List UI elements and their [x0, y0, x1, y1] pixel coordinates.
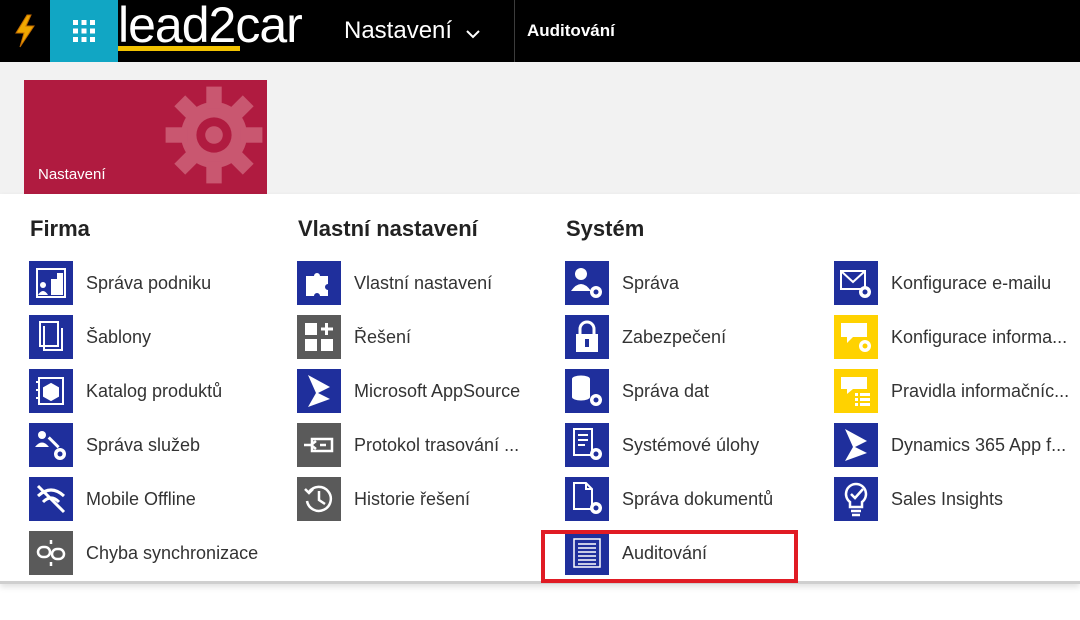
appsource-icon — [297, 369, 341, 413]
app-launcher-button[interactable] — [50, 0, 118, 62]
item-label: Správa — [622, 272, 680, 293]
item-label: Microsoft AppSource — [354, 380, 521, 401]
menu-item-dynamics-365-app[interactable]: Dynamics 365 App f... — [834, 422, 1076, 468]
item-label: Systémové úlohy — [622, 434, 760, 455]
item-label: Řešení — [354, 326, 412, 347]
item-label: Správa dat — [622, 380, 710, 401]
administration-icon — [565, 261, 609, 305]
item-label: Mobile Offline — [86, 488, 196, 509]
gear-icon — [165, 86, 263, 184]
tile-label: Nastavení — [38, 166, 106, 183]
menu-item-sprava[interactable]: Správa — [565, 260, 815, 306]
solution-history-icon — [297, 477, 341, 521]
heading-firma: Firma — [30, 216, 90, 241]
menu-item-chyba-synchronizace[interactable]: Chyba synchronizace — [29, 530, 274, 576]
menu-item-sprava-sluzeb[interactable]: Správa služeb — [29, 422, 274, 468]
menu-item-sprava-podniku[interactable]: Správa podniku — [29, 260, 274, 306]
heading-vlastni: Vlastní nastavení — [298, 216, 478, 241]
trace-log-icon — [297, 423, 341, 467]
chevron-down-icon — [466, 29, 480, 38]
database-icon — [565, 369, 609, 413]
service-management-icon — [29, 423, 73, 467]
item-label: Správa služeb — [86, 434, 201, 455]
menu-item-zabezpeceni[interactable]: Zabezpečení — [565, 314, 815, 360]
system-jobs-icon — [565, 423, 609, 467]
mobile-offline-icon — [29, 477, 73, 521]
logo-underline — [118, 46, 240, 51]
item-label: Historie řešení — [354, 488, 471, 509]
heading-system: Systém — [566, 216, 645, 241]
grid-icon — [73, 20, 95, 42]
menu-item-sprava-dokumentu[interactable]: Správa dokumentů — [565, 476, 815, 522]
top-nav-bar: lead2car Nastavení Auditování — [0, 0, 1080, 62]
item-label: Sales Insights — [891, 488, 1004, 509]
sales-insights-icon — [834, 477, 878, 521]
lightning-bolt-icon[interactable] — [0, 0, 50, 62]
dynamics-app-icon — [834, 423, 878, 467]
item-label: Vlastní nastavení — [354, 272, 493, 293]
settings-tile: Nastavení — [24, 80, 267, 194]
settings-nav-dropdown[interactable]: Nastavení — [332, 0, 514, 62]
highlight-box — [541, 530, 798, 583]
item-label: Chyba synchronizace — [86, 542, 259, 563]
menu-item-pravidla-informacnich[interactable]: Pravidla informačníc... — [834, 368, 1076, 414]
menu-item-konfigurace-e-mailu[interactable]: Konfigurace e-mailu — [834, 260, 1076, 306]
lock-icon — [565, 315, 609, 359]
menu-item-historie-reseni[interactable]: Historie řešení — [297, 476, 542, 522]
item-label: Správa dokumentů — [622, 488, 774, 509]
info-rules-icon — [834, 369, 878, 413]
menu-item-sales-insights[interactable]: Sales Insights — [834, 476, 1076, 522]
item-label: Dynamics 365 App f... — [891, 434, 1067, 455]
document-management-icon — [565, 477, 609, 521]
item-label: Protokol trasování ... — [354, 434, 520, 455]
menu-item-sablony[interactable]: Šablony — [29, 314, 274, 360]
menu-item-microsoft-appsource[interactable]: Microsoft AppSource — [297, 368, 542, 414]
nav-divider — [514, 0, 515, 62]
menu-item-protokol-trasovani[interactable]: Protokol trasování ... — [297, 422, 542, 468]
solutions-icon — [297, 315, 341, 359]
sync-error-icon — [29, 531, 73, 575]
breadcrumb-auditing[interactable]: Auditování — [527, 0, 615, 62]
business-management-icon — [29, 261, 73, 305]
templates-icon — [29, 315, 73, 359]
item-label: Pravidla informačníc... — [891, 380, 1070, 401]
item-label: Šablony — [86, 326, 152, 347]
customizations-icon — [297, 261, 341, 305]
email-config-icon — [834, 261, 878, 305]
menu-item-systemove-ulohy[interactable]: Systémové úlohy — [565, 422, 815, 468]
item-label: Správa podniku — [86, 272, 212, 293]
item-label: Konfigurace informa... — [891, 326, 1068, 347]
menu-item-konfigurace-informa[interactable]: Konfigurace informa... — [834, 314, 1076, 360]
menu-item-sprava-dat[interactable]: Správa dat — [565, 368, 815, 414]
menu-item-katalog-produktu[interactable]: Katalog produktů — [29, 368, 274, 414]
item-label: Katalog produktů — [86, 380, 223, 401]
product-catalog-icon — [29, 369, 73, 413]
item-label: Konfigurace e-mailu — [891, 272, 1052, 293]
item-label: Zabezpečení — [622, 326, 727, 347]
company-logo[interactable]: lead2car — [118, 0, 318, 54]
menu-item-mobile-offline[interactable]: Mobile Offline — [29, 476, 274, 522]
menu-item-vlastni-nastaveni[interactable]: Vlastní nastavení — [297, 260, 542, 306]
logo-text: lead2car — [118, 0, 303, 53]
menu-item-reseni[interactable]: Řešení — [297, 314, 542, 360]
info-config-icon — [834, 315, 878, 359]
settings-nav-label: Nastavení — [344, 17, 453, 44]
